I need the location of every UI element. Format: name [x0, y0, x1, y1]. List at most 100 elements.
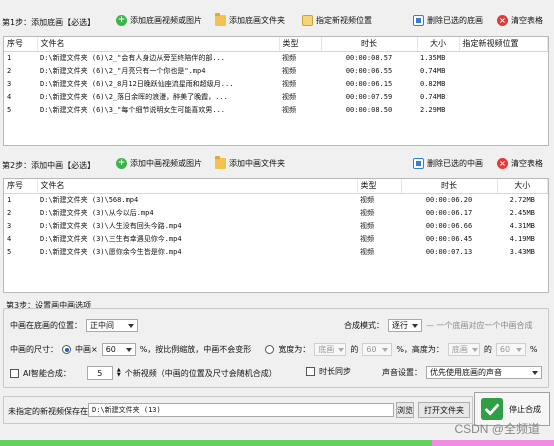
chevron-down-icon	[125, 347, 132, 352]
table-row[interactable]: 4 D:\新建文件夹 (6)\2_落日余晖的浪漫，醉美了晚霞，... 视频 00…	[4, 90, 548, 103]
col-header-type[interactable]: 类型	[357, 179, 402, 194]
position-icon	[302, 15, 313, 26]
time-sync-row: 时长同步	[306, 366, 351, 377]
row-duration: 00:00:07.59	[345, 92, 393, 101]
position-select[interactable]: 正中间	[86, 319, 138, 332]
row-filename: D:\新建文件夹 (6)\2_"月亮只有一个你也是".mp4	[40, 66, 206, 75]
time-sync-checkbox[interactable]	[306, 367, 315, 376]
add-overlay-folder-button[interactable]: 添加中画文件夹	[215, 156, 285, 169]
row-size: 0.74MB	[420, 92, 446, 101]
ai-count-stepper[interactable]: 5	[86, 366, 113, 380]
audio-row: 声音设置： 优先使用底画的声音	[382, 366, 542, 379]
row-size: 1.35MB	[420, 53, 446, 62]
table-row[interactable]: 1 D:\新建文件夹 (3)\568.mp4 视频 00:00:06.20 2.…	[4, 193, 548, 206]
clear-overlay-table-button[interactable]: × 清空表格	[497, 158, 543, 169]
row-position[interactable]	[459, 51, 548, 64]
checkmark-icon	[481, 398, 503, 420]
clear-base-table-button[interactable]: × 清空表格	[497, 15, 543, 26]
table-row[interactable]: 3 D:\新建文件夹 (6)\2_8月12日晚跃仙座流星雨和超级月... 视频 …	[4, 77, 548, 90]
table-row[interactable]: 5 D:\新建文件夹 (6)\3_"每个细节说明女生可能喜欢男... 视频 00…	[4, 103, 548, 116]
chevron-down-icon	[382, 347, 389, 352]
col-header-duration[interactable]: 时长	[401, 179, 498, 194]
height-of-label: 的	[483, 345, 492, 354]
col-header-position[interactable]: 指定新视频位置	[459, 37, 548, 52]
col-header-filename[interactable]: 文件名	[37, 179, 358, 194]
col-header-no[interactable]: 序号	[4, 179, 38, 194]
row-duration: 00:00:06.55	[345, 66, 393, 75]
blend-select[interactable]: 逐行	[388, 319, 422, 332]
blend-hint-text: 一个底画对应一个中画合成	[436, 321, 533, 330]
table-row[interactable]: 2 D:\新建文件夹 (6)\2_"月亮只有一个你也是".mp4 视频 00:0…	[4, 64, 548, 77]
chevron-down-icon	[412, 323, 418, 328]
add-icon: +	[116, 158, 127, 169]
step3-options-group: 中画在底画的位置： 正中间 合成模式： 逐行 — 一个底画对应一个中画合成 中画…	[3, 308, 549, 388]
blend-label: 合成模式：	[344, 321, 384, 330]
table-header-row: 序号 文件名 类型 时长 大小 指定新视频位置	[4, 37, 548, 52]
table-row[interactable]: 2 D:\新建文件夹 (3)\从今以后.mp4 视频 00:00:06.17 2…	[4, 206, 548, 219]
output-label: 未指定的新视频保存在：	[8, 407, 96, 416]
add-overlay-folder-label: 添加中画文件夹	[229, 159, 285, 168]
row-no: 2	[7, 208, 12, 217]
progress-bar	[0, 440, 554, 446]
row-no: 1	[7, 53, 12, 62]
audio-label: 声音设置：	[382, 368, 422, 377]
height-percent-value: 60	[499, 345, 511, 354]
row-filename: D:\新建文件夹 (3)\人生没有回头今路.mp4	[40, 221, 182, 230]
size-percent-select[interactable]: 60	[101, 343, 136, 356]
add-base-folder-button[interactable]: 添加底画文件夹	[215, 13, 285, 26]
row-size: 2.45MB	[509, 208, 535, 217]
row-position[interactable]	[459, 64, 548, 77]
table-row[interactable]: 3 D:\新建文件夹 (3)\人生没有回头今路.mp4 视频 00:00:06.…	[4, 219, 548, 232]
col-header-no[interactable]: 序号	[4, 37, 38, 52]
row-position[interactable]	[459, 90, 548, 103]
row-type: 视频	[360, 195, 374, 204]
row-size: 4.19MB	[509, 234, 535, 243]
row-filename: D:\新建文件夹 (6)\3_"每个细节说明女生可能喜欢男...	[40, 105, 226, 114]
col-header-filename[interactable]: 文件名	[37, 37, 280, 52]
table-row[interactable]: 1 D:\新建文件夹 (6)\2_"会有人身边从旁至终陪伴的部... 视频 00…	[4, 51, 548, 64]
row-duration: 00:00:06.66	[425, 221, 473, 230]
table-row[interactable]: 5 D:\新建文件夹 (3)\愿你余今生皆是你.mp4 视频 00:00:07.…	[4, 245, 548, 258]
row-position[interactable]	[459, 103, 548, 116]
width-ref-select[interactable]: 底画	[314, 343, 347, 356]
col-header-duration[interactable]: 时长	[321, 37, 418, 52]
audio-select[interactable]: 优先使用底画的声音	[426, 366, 542, 379]
overlay-video-table[interactable]: 序号 文件名 类型 时长 大小 1 D:\新建文件夹 (3)\568.mp4 视…	[3, 178, 549, 293]
row-position[interactable]	[459, 77, 548, 90]
folder-icon	[215, 156, 226, 169]
open-folder-button[interactable]: 打开文件夹	[418, 402, 470, 418]
step1-label: 第1步：添加底画【必选】	[2, 18, 96, 27]
output-path-field[interactable]: D:\新建文件夹 (13)	[88, 403, 394, 417]
row-filename: D:\新建文件夹 (6)\2_8月12日晚跃仙座流星雨和超级月...	[40, 79, 234, 88]
blend-hint: — 一个底画对应一个中画合成	[426, 321, 533, 330]
col-header-size[interactable]: 大小	[417, 37, 460, 52]
set-position-button[interactable]: 指定新视频位置	[302, 15, 372, 26]
row-size: 0.74MB	[420, 66, 446, 75]
row-filename: D:\新建文件夹 (3)\568.mp4	[40, 195, 139, 204]
col-header-size[interactable]: 大小	[497, 179, 548, 194]
size-scale-radio[interactable]	[62, 345, 71, 354]
table-row[interactable]: 4 D:\新建文件夹 (3)\三生有幸遇见你今.mp4 视频 00:00:06.…	[4, 232, 548, 245]
clear-icon: ×	[497, 15, 508, 26]
add-overlay-video-button[interactable]: + 添加中画视频或图片	[116, 158, 202, 169]
output-row: 未指定的新视频保存在： D:\新建文件夹 (13) 浏览 打开文件夹	[3, 396, 473, 424]
browse-button[interactable]: 浏览	[396, 402, 414, 418]
height-percent-select[interactable]: 60	[495, 343, 526, 356]
row-type: 视频	[282, 53, 296, 62]
ai-checkbox[interactable]	[10, 368, 19, 378]
chevron-down-icon	[338, 347, 345, 352]
row-size: 2.72MB	[509, 195, 535, 204]
delete-selected-overlay-button[interactable]: 删除已选的中画	[413, 158, 483, 169]
delete-selected-base-button[interactable]: 删除已选的底画	[413, 15, 483, 26]
time-sync-label: 时长同步	[319, 367, 351, 376]
stepper-arrows-icon[interactable]: ▲ ▼	[117, 368, 121, 378]
col-header-type[interactable]: 类型	[279, 37, 322, 52]
row-duration: 00:00:06.45	[425, 234, 473, 243]
width-percent-select[interactable]: 60	[362, 343, 393, 356]
add-base-video-button[interactable]: + 添加底画视频或图片	[116, 15, 202, 26]
base-video-table[interactable]: 序号 文件名 类型 时长 大小 指定新视频位置 1 D:\新建文件夹 (6)\2…	[3, 36, 549, 146]
size-custom-radio[interactable]	[265, 345, 275, 354]
width-ref-value: 底画	[318, 345, 335, 354]
delete-list-icon	[413, 158, 424, 169]
height-ref-select[interactable]: 底画	[447, 343, 480, 356]
